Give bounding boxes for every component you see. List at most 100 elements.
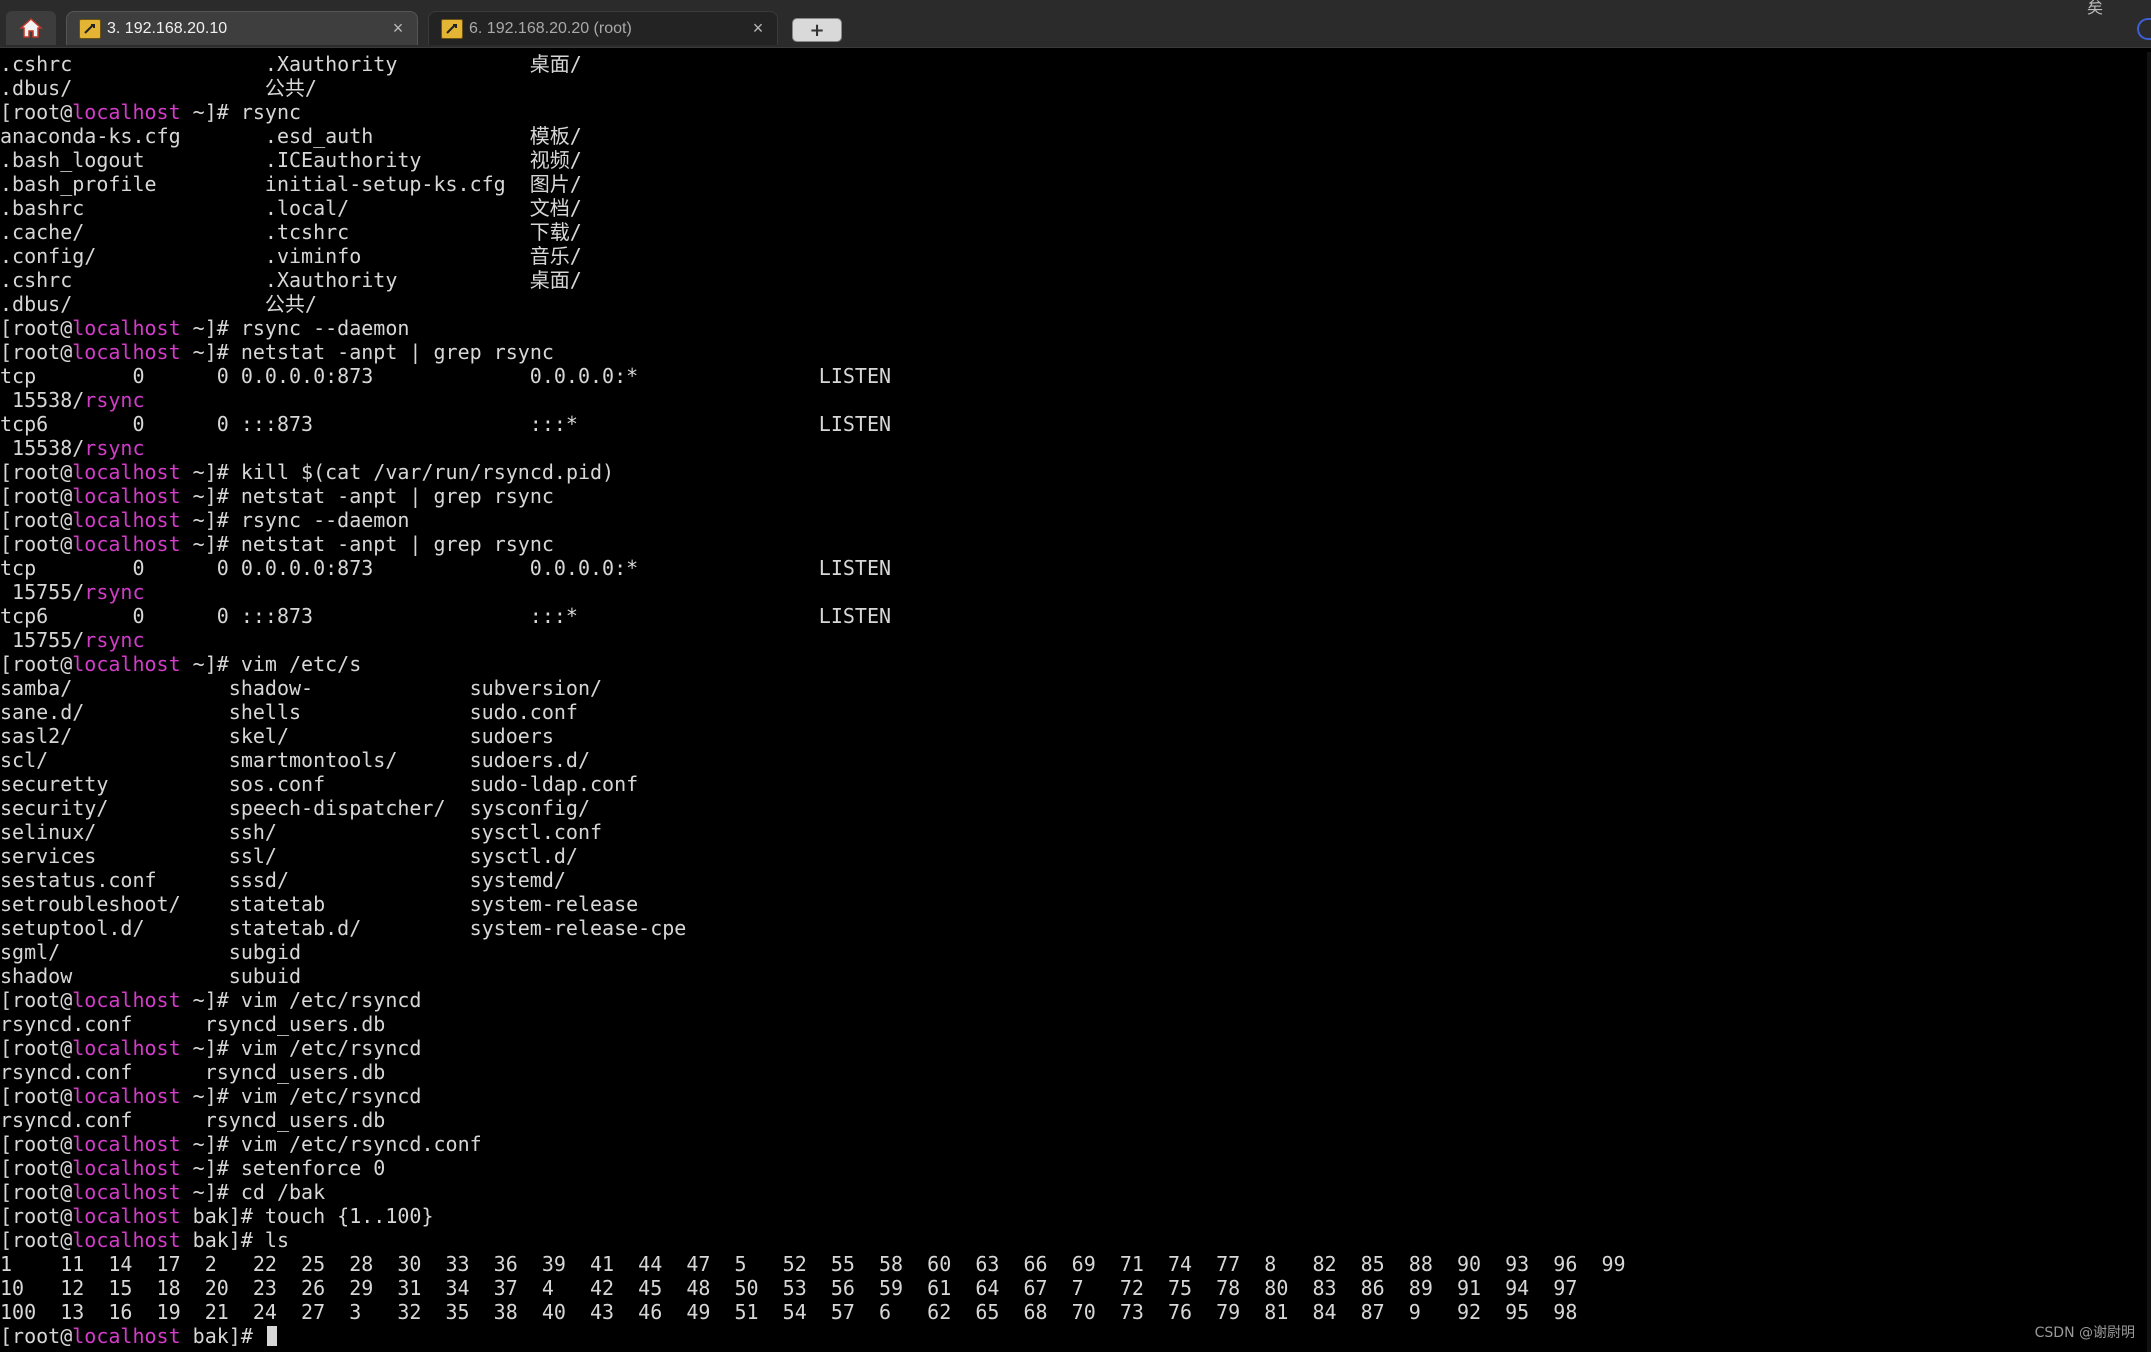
terminal-output[interactable]: .cshrc .Xauthority 桌面/.dbus/ 公共/[root@lo… — [0, 52, 2130, 1352]
terminal-text: setroubleshoot/ statetab system-release — [0, 892, 639, 916]
highlighted-text: localhost — [72, 1324, 181, 1348]
tab-bar: 3. 192.168.20.10 × 6. 192.168.20.20 (roo… — [0, 0, 2151, 48]
highlighted-text: rsync — [84, 580, 145, 604]
terminal-line: [root@localhost bak]# touch {1..100} — [0, 1204, 434, 1228]
terminal-line: rsyncd.conf rsyncd_users.db — [0, 1108, 385, 1132]
edge-icon[interactable] — [2137, 18, 2151, 40]
terminal-text: [root@ — [0, 100, 73, 124]
terminal-text: 15538/ — [0, 388, 85, 412]
terminal-text: .dbus/ 公共/ — [0, 76, 317, 100]
terminal-text: [root@ — [0, 1132, 73, 1156]
terminal-line: tcp 0 0 0.0.0.0:873 0.0.0.0:* LISTEN — [0, 556, 891, 580]
terminal-line: scl/ smartmontools/ sudoers.d/ — [0, 748, 590, 772]
terminal-line: [root@localhost ~]# netstat -anpt | grep… — [0, 340, 554, 364]
terminal-text: bak]# — [180, 1324, 265, 1348]
terminal-line: anaconda-ks.cfg .esd_auth 模板/ — [0, 124, 582, 148]
terminal-text: [root@ — [0, 1204, 73, 1228]
terminal-line: sestatus.conf sssd/ systemd/ — [0, 868, 566, 892]
terminal-text: 15755/ — [0, 580, 85, 604]
terminal-line: .dbus/ 公共/ — [0, 292, 317, 316]
highlighted-text: localhost — [72, 340, 181, 364]
terminal-text: selinux/ ssh/ sysctl.conf — [0, 820, 603, 844]
terminal-text: 15755/ — [0, 628, 85, 652]
terminal-line: [root@localhost ~]# netstat -anpt | grep… — [0, 532, 554, 556]
tab-title: 6. 192.168.20.20 (root) — [469, 19, 632, 37]
terminal-line: [root@localhost ~]# vim /etc/rsyncd — [0, 1036, 421, 1060]
terminal-text: tcp6 0 0 :::873 :::* LISTEN — [0, 604, 892, 628]
terminal-text: ~]# netstat -anpt | grep rsync — [180, 484, 554, 508]
terminal-text: .cshrc .Xauthority 桌面/ — [0, 52, 582, 76]
terminal-text: ~]# vim /etc/rsyncd — [180, 988, 422, 1012]
terminal-text: anaconda-ks.cfg .esd_auth 模板/ — [0, 124, 582, 148]
terminal-text: scl/ smartmontools/ sudoers.d/ — [0, 748, 591, 772]
terminal-line: selinux/ ssh/ sysctl.conf — [0, 820, 602, 844]
highlighted-text: localhost — [72, 532, 181, 556]
terminal-line: 1 11 14 17 2 22 25 28 30 33 36 39 41 44 … — [0, 1252, 1626, 1276]
terminal-line: [root@localhost ~]# rsync --daemon — [0, 508, 409, 532]
highlighted-text: localhost — [72, 316, 181, 340]
terminal-text: .dbus/ 公共/ — [0, 292, 317, 316]
terminal-text: sestatus.conf sssd/ systemd/ — [0, 868, 566, 892]
terminal-text: [root@ — [0, 1228, 73, 1252]
putty-terminal-icon — [441, 18, 463, 39]
terminal-text: ~]# vim /etc/rsyncd — [180, 1036, 422, 1060]
corner-glyph: 矣 — [2086, 0, 2103, 17]
tab-close-icon[interactable]: × — [747, 18, 769, 40]
terminal-text: security/ speech-dispatcher/ sysconfig/ — [0, 796, 591, 820]
terminal-line: tcp6 0 0 :::873 :::* LISTEN — [0, 412, 891, 436]
terminal-text: [root@ — [0, 340, 73, 364]
terminal-text: .config/ .viminfo 音乐/ — [0, 244, 582, 268]
terminal-text: securetty sos.conf sudo-ldap.conf — [0, 772, 639, 796]
terminal-text: bak]# touch {1..100} — [180, 1204, 434, 1228]
terminal-line: .cshrc .Xauthority 桌面/ — [0, 52, 582, 76]
terminal-text: [root@ — [0, 1180, 73, 1204]
terminal-text: [root@ — [0, 1324, 73, 1348]
terminal-text: [root@ — [0, 1156, 73, 1180]
highlighted-text: localhost — [72, 1084, 181, 1108]
terminal-line: [root@localhost ~]# rsync — [0, 100, 301, 124]
terminal-line: rsyncd.conf rsyncd_users.db — [0, 1060, 385, 1084]
home-button[interactable] — [6, 11, 56, 45]
terminal-line: [root@localhost ~]# netstat -anpt | grep… — [0, 484, 554, 508]
highlighted-text: localhost — [72, 1156, 181, 1180]
terminal-line: [root@localhost ~]# vim /etc/s — [0, 652, 361, 676]
terminal-text: ~]# netstat -anpt | grep rsync — [180, 340, 554, 364]
tab-session-1[interactable]: 3. 192.168.20.10 × — [66, 11, 418, 45]
terminal-text: sgml/ subgid — [0, 940, 302, 964]
terminal-text: tcp6 0 0 :::873 :::* LISTEN — [0, 412, 892, 436]
terminal-text: rsyncd.conf rsyncd_users.db — [0, 1060, 386, 1084]
watermark: CSDN @谢尉明 — [2034, 1325, 2135, 1341]
terminal-line: 15538/rsync — [0, 436, 144, 460]
terminal-line: 100 13 16 19 21 24 27 3 32 35 38 40 43 4… — [0, 1300, 1577, 1324]
highlighted-text: localhost — [72, 508, 181, 532]
tab-session-2[interactable]: 6. 192.168.20.20 (root) × — [428, 11, 778, 45]
terminal-line: [root@localhost ~]# cd /bak — [0, 1180, 325, 1204]
scrollbar[interactable] — [2147, 52, 2151, 1352]
terminal-line: .config/ .viminfo 音乐/ — [0, 244, 582, 268]
tab-close-icon[interactable]: × — [387, 18, 409, 40]
terminal-text: sasl2/ skel/ sudoers — [0, 724, 554, 748]
terminal-text: 100 13 16 19 21 24 27 3 32 35 38 40 43 4… — [0, 1300, 1578, 1324]
terminal-text: ~]# rsync --daemon — [180, 508, 410, 532]
highlighted-text: rsync — [84, 388, 145, 412]
terminal-line: [root@localhost ~]# vim /etc/rsyncd.conf — [0, 1132, 482, 1156]
terminal-text: tcp 0 0 0.0.0.0:873 0.0.0.0:* LISTEN — [0, 556, 892, 580]
terminal-line: .bash_logout .ICEauthority 视频/ — [0, 148, 582, 172]
terminal-line: sasl2/ skel/ sudoers — [0, 724, 554, 748]
terminal-text: [root@ — [0, 652, 73, 676]
terminal-line: 15755/rsync — [0, 580, 145, 604]
terminal-text: setuptool.d/ statetab.d/ system-release-… — [0, 916, 687, 940]
terminal-line: setuptool.d/ statetab.d/ system-release-… — [0, 916, 686, 940]
terminal-line: tcp 0 0 0.0.0.0:873 0.0.0.0:* LISTEN — [0, 364, 891, 388]
terminal-text: [root@ — [0, 532, 73, 556]
terminal-text: [root@ — [0, 508, 73, 532]
terminal-line: [root@localhost ~]# vim /etc/rsyncd — [0, 988, 421, 1012]
home-icon — [19, 17, 43, 38]
highlighted-text: localhost — [72, 484, 181, 508]
new-tab-button[interactable]: + — [792, 18, 842, 42]
terminal-text: .cache/ .tcshrc 下载/ — [0, 220, 582, 244]
tab-title: 3. 192.168.20.10 — [107, 19, 228, 37]
highlighted-text: localhost — [72, 988, 181, 1012]
terminal-line: setroubleshoot/ statetab system-release — [0, 892, 638, 916]
terminal-line: sgml/ subgid — [0, 940, 301, 964]
